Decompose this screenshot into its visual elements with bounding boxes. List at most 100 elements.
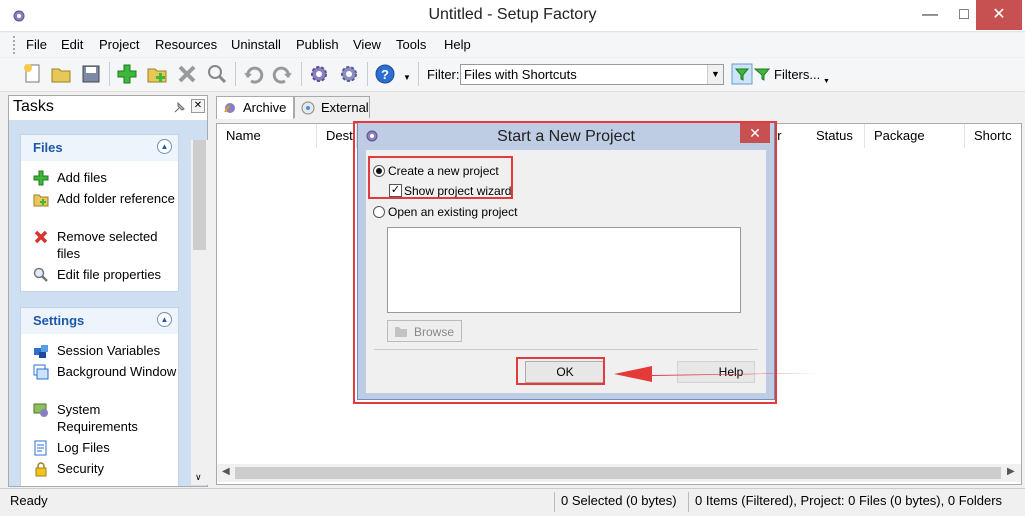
help-dropdown-arrow-icon[interactable]: ▼: [403, 73, 411, 82]
task-label: Remove selected files: [57, 229, 158, 261]
remove-x-icon: [34, 230, 48, 244]
tab-external[interactable]: External: [294, 96, 370, 118]
filters-icon[interactable]: [754, 63, 770, 85]
status-bar: Ready 0 Selected (0 bytes) 0 Items (Filt…: [0, 488, 1025, 516]
svg-text:?: ?: [381, 67, 389, 82]
task-label: Add folder reference: [57, 191, 175, 206]
menu-resources[interactable]: Resources: [155, 37, 217, 52]
session-variables-icon: [34, 345, 48, 358]
save-icon[interactable]: [80, 63, 102, 85]
log-file-icon: [34, 440, 47, 456]
filter-label: Filter:: [427, 67, 460, 82]
toolbar-separator: [418, 62, 419, 86]
lock-icon: [35, 462, 47, 477]
menu-view[interactable]: View: [353, 37, 381, 52]
files-group-header[interactable]: Files ▲: [21, 135, 178, 161]
menu-tools[interactable]: Tools: [396, 37, 426, 52]
filters-dropdown-arrow-icon[interactable]: ▼: [823, 78, 830, 85]
task-label: Session Variables: [57, 343, 161, 358]
ok-highlight-box: [516, 357, 605, 385]
archive-icon: [224, 103, 235, 113]
pointer-arrow-icon: [614, 366, 818, 382]
tab-label: Archive: [243, 100, 287, 115]
menu-edit[interactable]: Edit: [61, 37, 83, 52]
settings-gear-icon[interactable]: [338, 63, 360, 85]
build-gear-icon[interactable]: [308, 63, 330, 85]
settings-group-header[interactable]: Settings ▲: [21, 308, 178, 334]
status-items: 0 Items (Filtered), Project: 0 Files (0 …: [695, 493, 1003, 508]
menu-file[interactable]: File: [26, 37, 47, 52]
menu-bar: File Edit Project Resources Uninstall Pu…: [0, 33, 1025, 57]
task-label: Background Window: [57, 364, 177, 379]
settings-task-group: Settings ▲ Session Variables Background …: [20, 307, 179, 486]
task-label: Add files: [57, 170, 107, 185]
status-selected: 0 Selected (0 bytes): [561, 493, 677, 508]
close-window-button[interactable]: ✕: [976, 0, 1022, 30]
chevron-down-icon[interactable]: ▼: [707, 65, 723, 84]
add-folder-icon: [33, 194, 49, 207]
filter-select[interactable]: Files with Shortcuts ▼: [460, 64, 724, 85]
collapse-up-icon[interactable]: ▲: [157, 139, 172, 154]
status-separator: [688, 492, 689, 512]
tasks-header: Tasks ✕: [9, 96, 207, 120]
search-icon[interactable]: [206, 63, 228, 85]
horizontal-scrollbar[interactable]: ◀ ▶: [217, 464, 1021, 482]
undo-icon[interactable]: [242, 63, 264, 85]
toolbar-separator: [235, 62, 236, 86]
column-status[interactable]: Status: [807, 124, 865, 148]
redo-icon[interactable]: [272, 63, 294, 85]
close-pane-button[interactable]: ✕: [191, 99, 205, 113]
title-bar: Untitled - Setup Factory — □ ✕: [0, 0, 1025, 32]
tasks-body: Files ▲ Add files Add folder reference R…: [9, 120, 207, 486]
task-label: Security: [57, 461, 104, 476]
system-requirements-icon: [33, 403, 48, 417]
remove-icon[interactable]: [176, 63, 198, 85]
status-ready: Ready: [10, 493, 48, 508]
new-project-icon[interactable]: [22, 63, 44, 85]
column-name[interactable]: Name: [217, 124, 317, 148]
task-label: Log Files: [57, 440, 110, 455]
scroll-down-icon[interactable]: ∨: [195, 472, 202, 483]
window-title: Untitled - Setup Factory: [428, 6, 597, 23]
scroll-right-icon[interactable]: ▶: [1007, 466, 1015, 477]
add-folder-icon[interactable]: [146, 63, 168, 85]
window-icon: [33, 364, 49, 380]
tasks-pane: Tasks ✕ Files ▲ Add files Add folder ref…: [8, 95, 208, 487]
menu-publish[interactable]: Publish: [296, 37, 339, 52]
settings-group-title: Settings: [33, 313, 85, 328]
scrollbar-thumb[interactable]: [235, 467, 1001, 479]
menubar-grip: [13, 36, 17, 54]
filters-button[interactable]: Filters...: [774, 67, 820, 82]
menu-uninstall[interactable]: Uninstall: [231, 37, 281, 52]
scroll-left-icon[interactable]: ◀: [222, 466, 230, 477]
task-label: System Requirements: [57, 402, 138, 434]
minimize-button[interactable]: —: [913, 0, 947, 30]
tasks-scrollbar[interactable]: ∨: [191, 140, 208, 485]
scrollbar-thumb[interactable]: [193, 140, 206, 250]
filter-select-value: Files with Shortcuts: [464, 67, 577, 82]
column-shortcut[interactable]: Shortc: [965, 124, 1021, 148]
status-separator: [554, 492, 555, 512]
options-highlight-box: [368, 156, 513, 199]
files-group-title: Files: [33, 140, 63, 155]
column-destination[interactable]: Dest: [317, 124, 357, 148]
task-label: Edit file properties: [57, 267, 162, 282]
filter-funnel-icon[interactable]: [731, 63, 753, 85]
toolbar-separator: [109, 62, 110, 86]
files-task-group: Files ▲ Add files Add folder reference R…: [20, 134, 179, 292]
open-project-icon[interactable]: [50, 63, 72, 85]
tab-label: External: [321, 100, 369, 115]
magnifier-icon: [33, 267, 48, 282]
pin-icon[interactable]: [171, 100, 187, 116]
column-package[interactable]: Package: [865, 124, 965, 148]
add-files-icon[interactable]: [116, 63, 138, 85]
toolbar-separator: [367, 62, 368, 86]
toolbar-separator: [301, 62, 302, 86]
add-icon: [33, 170, 49, 186]
disc-icon: [301, 101, 315, 115]
menu-project[interactable]: Project: [99, 37, 139, 52]
collapse-up-icon[interactable]: ▲: [157, 312, 172, 327]
menu-help[interactable]: Help: [444, 37, 471, 52]
help-icon[interactable]: ?: [374, 63, 396, 85]
tab-archive[interactable]: Archive: [216, 96, 294, 119]
